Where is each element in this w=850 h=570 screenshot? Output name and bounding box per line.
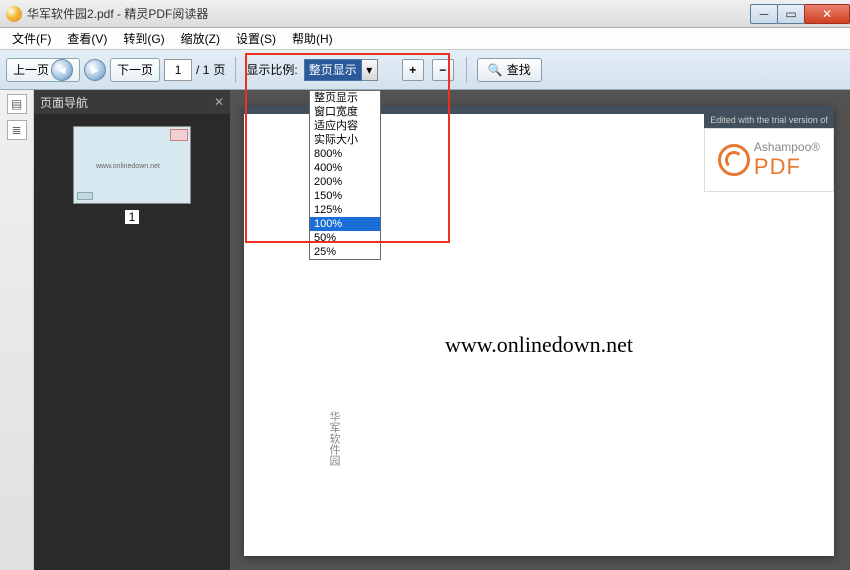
separator	[235, 57, 236, 83]
arrow-right-icon[interactable]: ►	[84, 59, 106, 81]
zoom-option[interactable]: 适应内容	[310, 119, 380, 133]
page-thumbnail[interactable]: www.onlinedown.net	[73, 126, 191, 204]
zoom-option[interactable]: 200%	[310, 175, 380, 189]
search-button[interactable]: 🔍 查找	[477, 58, 542, 82]
zoom-combo[interactable]: 整页显示 ▾	[304, 59, 378, 81]
menu-settings[interactable]: 设置(S)	[228, 28, 284, 49]
watermark-header: Edited with the trial version of	[704, 112, 834, 128]
outline-icon[interactable]: ≣	[7, 120, 27, 140]
zoom-option[interactable]: 150%	[310, 189, 380, 203]
prev-page-label: 上一页	[13, 61, 49, 78]
chevron-down-icon[interactable]: ▾	[362, 59, 378, 81]
menu-zoom[interactable]: 缩放(Z)	[173, 28, 228, 49]
thumbnails-icon[interactable]: ▤	[7, 94, 27, 114]
zoom-option[interactable]: 800%	[310, 147, 380, 161]
zoom-option[interactable]: 50%	[310, 231, 380, 245]
zoom-option[interactable]: 25%	[310, 245, 380, 259]
watermark-brand2: PDF	[754, 155, 820, 179]
sidebar-title: 页面导航	[40, 94, 88, 111]
sidebar-header: 页面导航 ✕	[34, 90, 230, 114]
close-button[interactable]: ✕	[804, 4, 850, 24]
search-label: 查找	[507, 61, 531, 78]
zoom-out-button[interactable]: −	[432, 59, 454, 81]
zoom-value[interactable]: 整页显示	[304, 59, 362, 81]
watermark-body: Ashampoo® PDF	[704, 128, 834, 192]
menubar: 文件(F) 查看(V) 转到(G) 缩放(Z) 设置(S) 帮助(H)	[0, 28, 850, 50]
page-url-text: www.onlinedown.net	[244, 332, 834, 358]
iconbar: ▤ ≣	[0, 90, 34, 570]
zoom-label: 显示比例:	[246, 61, 297, 78]
thumbnail-area: www.onlinedown.net 1	[34, 114, 230, 570]
thumbnail-number: 1	[125, 210, 139, 224]
thumbnail-text: www.onlinedown.net	[96, 163, 160, 170]
zoom-option[interactable]: 400%	[310, 161, 380, 175]
zoom-option[interactable]: 实际大小	[310, 133, 380, 147]
separator	[466, 57, 467, 83]
close-icon[interactable]: ✕	[214, 95, 224, 109]
zoom-option[interactable]: 整页显示	[310, 91, 380, 105]
sidebar: 页面导航 ✕ www.onlinedown.net 1	[34, 90, 230, 570]
zoom-option[interactable]: 100%	[310, 217, 380, 231]
next-page-label: 下一页	[117, 61, 153, 78]
zoom-option[interactable]: 125%	[310, 203, 380, 217]
zoom-option[interactable]: 窗口宽度	[310, 105, 380, 119]
page-total: / 1	[196, 63, 209, 77]
watermark-brand1: Ashampoo®	[754, 141, 820, 154]
maximize-button[interactable]: ▭	[777, 4, 805, 24]
thumbnail-corner	[170, 129, 188, 141]
menu-help[interactable]: 帮助(H)	[284, 28, 341, 49]
watermark: Edited with the trial version of Ashampo…	[704, 112, 834, 192]
watermark-text: Ashampoo® PDF	[754, 141, 820, 178]
zoom-in-button[interactable]: +	[402, 59, 424, 81]
ashampoo-logo-icon	[718, 144, 750, 176]
zoom-dropdown[interactable]: 整页显示窗口宽度适应内容实际大小800%400%200%150%125%100%…	[309, 90, 381, 260]
page-vertical-text: 华军软件园	[326, 411, 342, 466]
window-controls: ─ ▭ ✕	[751, 4, 850, 24]
app-icon	[6, 6, 22, 22]
minimize-button[interactable]: ─	[750, 4, 778, 24]
toolbar: 上一页 ◄ ► 下一页 1 / 1 页 显示比例: 整页显示 ▾ + − 🔍 查…	[0, 50, 850, 90]
main: ▤ ≣ 页面导航 ✕ www.onlinedown.net 1 Edited w…	[0, 90, 850, 570]
thumbnail-foot	[77, 192, 93, 200]
prev-page-button[interactable]: 上一页 ◄	[6, 58, 80, 82]
menu-view[interactable]: 查看(V)	[59, 28, 115, 49]
arrow-left-icon: ◄	[51, 59, 73, 81]
page-unit: 页	[213, 61, 225, 78]
titlebar: 华军软件园2.pdf - 精灵PDF阅读器 ─ ▭ ✕	[0, 0, 850, 28]
search-icon: 🔍	[488, 63, 503, 77]
next-page-button[interactable]: 下一页	[110, 58, 160, 82]
menu-goto[interactable]: 转到(G)	[115, 28, 172, 49]
page-number-input[interactable]: 1	[164, 59, 192, 81]
menu-file[interactable]: 文件(F)	[4, 28, 59, 49]
window-title: 华军软件园2.pdf - 精灵PDF阅读器	[27, 5, 208, 22]
